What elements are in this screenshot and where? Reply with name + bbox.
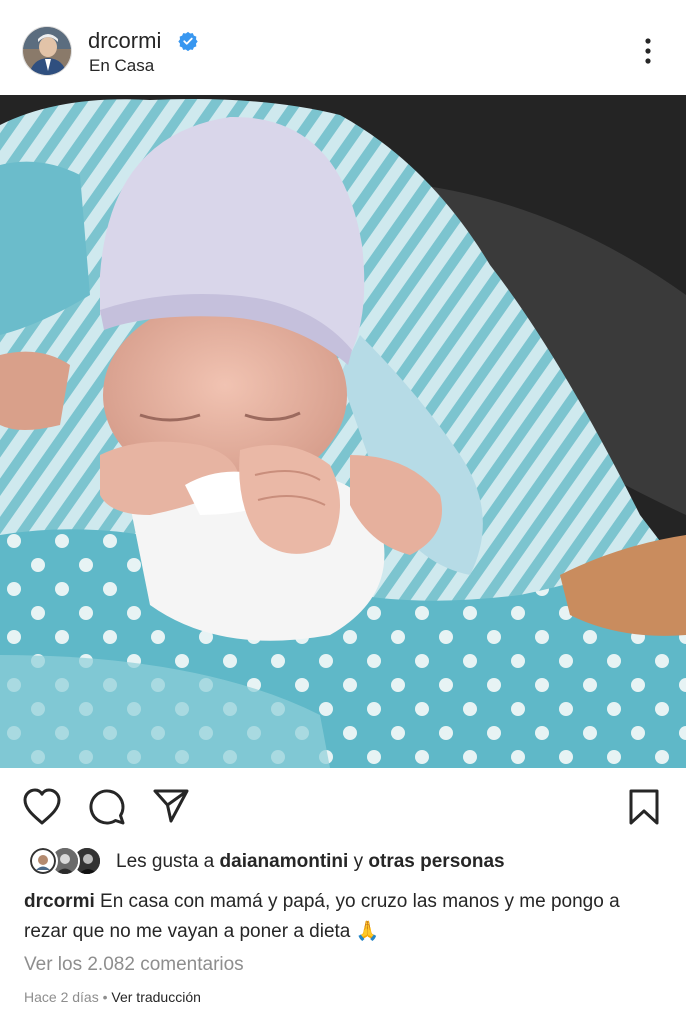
post-image[interactable] xyxy=(0,95,686,768)
verified-badge-icon xyxy=(178,31,198,51)
meta-separator: • xyxy=(98,989,112,1005)
caption-username[interactable]: drcormi xyxy=(24,891,95,912)
comment-icon[interactable] xyxy=(88,788,126,826)
more-options-icon[interactable] xyxy=(636,36,660,66)
avatar[interactable] xyxy=(22,26,72,76)
send-icon[interactable] xyxy=(152,788,190,824)
likes-text: Les gusta a daianamontini y otras person… xyxy=(116,851,505,873)
post-location[interactable]: En Casa xyxy=(89,56,154,76)
bookmark-icon[interactable] xyxy=(628,788,660,826)
post-meta: Hace 2 días • Ver traducción xyxy=(24,989,201,1005)
see-translation-link[interactable]: Ver traducción xyxy=(111,989,201,1005)
likes-prefix: Les gusta a xyxy=(116,851,220,872)
post-header: drcormi En Casa xyxy=(0,0,686,95)
likes-connector: y xyxy=(348,851,369,872)
action-bar xyxy=(0,768,686,838)
likes-others-link[interactable]: otras personas xyxy=(368,851,504,872)
heart-icon[interactable] xyxy=(22,788,62,826)
likes-row[interactable]: Les gusta a daianamontini y otras person… xyxy=(24,846,664,878)
post-caption: drcormi En casa con mamá y papá, yo cruz… xyxy=(24,887,664,947)
liker-username[interactable]: daianamontini xyxy=(220,851,349,872)
view-comments-link[interactable]: Ver los 2.082 comentarios xyxy=(24,954,244,976)
post-timestamp: Hace 2 días xyxy=(24,989,99,1005)
post-username[interactable]: drcormi xyxy=(88,28,161,54)
caption-text: En casa con mamá y papá, yo cruzo las ma… xyxy=(24,891,620,942)
liker-avatar xyxy=(28,846,58,876)
